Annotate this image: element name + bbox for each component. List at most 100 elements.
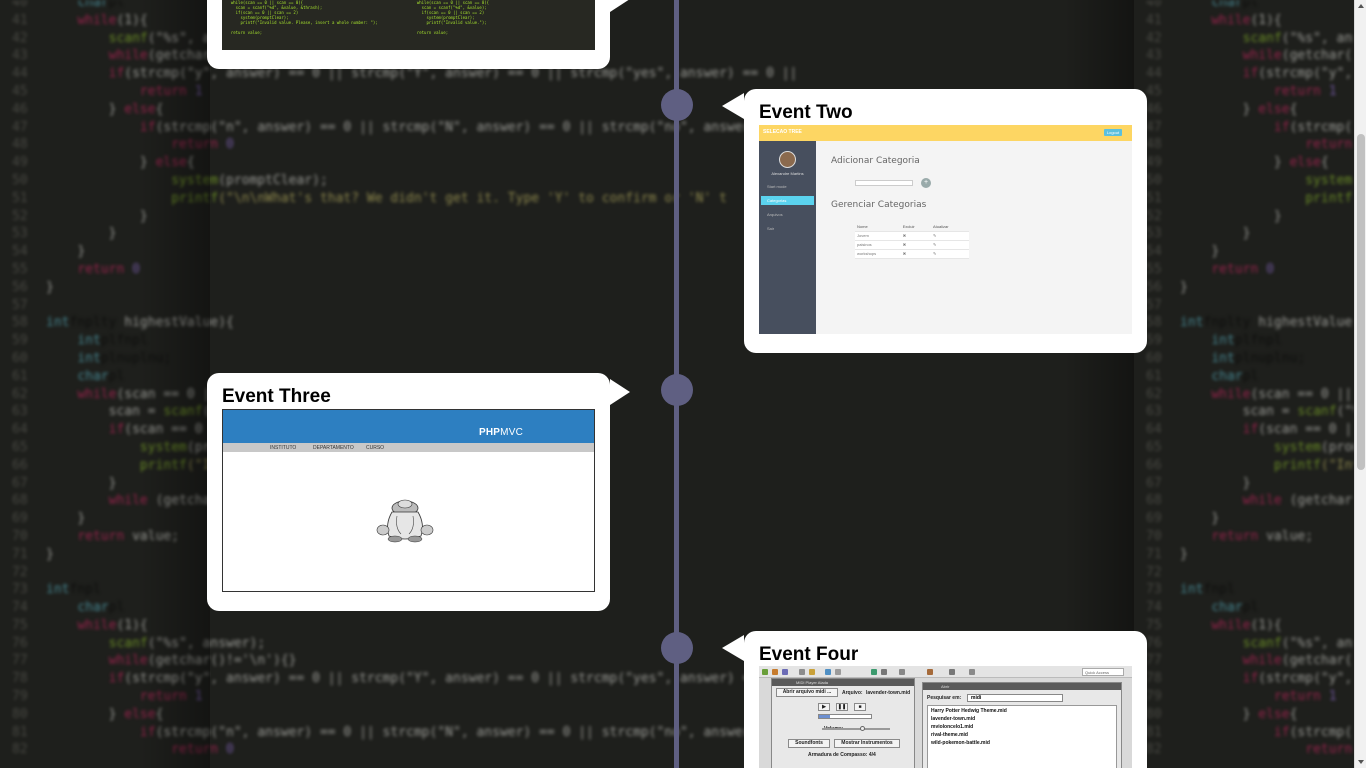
open-dialog-titlebar: Abrir [923, 683, 1121, 690]
admin-panel-image: SELECAO TREE Logout Alexandre Martins St… [759, 125, 1132, 334]
phpmvc-nav-item: DEPARTAMENTO [313, 445, 354, 451]
search-in-label: Pesquisar em: [927, 695, 962, 701]
pencil-icon: ✎ [931, 231, 969, 241]
list-item: wild-pokemon-battle.mid [931, 740, 990, 746]
phpmvc-page-image: PHPMVC INSTITUTO DEPARTAMENTO CURSO [222, 409, 595, 592]
close-icon: ✖ [900, 240, 931, 250]
progress-fill [819, 715, 831, 718]
pencil-icon: ✎ [931, 240, 969, 250]
timeline-dot-event-four [661, 632, 693, 664]
admin-heading-add: Adicionar Categoria [831, 156, 920, 166]
soundfonts-button: Soundfonts [788, 739, 830, 748]
admin-menu-item: Arquivos [767, 212, 783, 217]
midi-player-image: Quick Access MIDI Player Alada Abrir arq… [759, 666, 1132, 768]
pencil-icon: ✎ [931, 249, 969, 259]
table-row: workshops ✖ ✎ [855, 249, 969, 259]
event-four-title: Event Four [759, 644, 859, 665]
page-scrollbar[interactable] [1354, 0, 1366, 768]
time-signature: Armadura de Compasso: 4/4 [808, 752, 876, 758]
table-cell: workshops [855, 249, 901, 259]
admin-menu-item: Sair [767, 226, 775, 231]
event-four-screenshot: Quick Access MIDI Player Alada Abrir arq… [759, 666, 1132, 768]
admin-brand: SELECAO TREE [763, 129, 802, 135]
toolbar-icon [949, 669, 955, 675]
admin-sidebar: Alexandre Martins Start mode Categorias … [759, 141, 816, 334]
toolbar-icon [772, 669, 778, 675]
table-header: Excluir [900, 222, 931, 232]
admin-user-name: Alexandre Martins [771, 171, 804, 176]
toolbar-icon [871, 669, 877, 675]
toolbar-icon [799, 669, 805, 675]
midi-player-titlebar: MIDI Player Alada [772, 679, 914, 686]
event-two-title: Event Two [759, 102, 853, 123]
phpmvc-nav: INSTITUTO DEPARTAMENTO CURSO [223, 443, 594, 452]
list-item: Harry Potter Hedwig Theme.mid [931, 708, 1007, 714]
table-cell: Jovem [855, 231, 901, 241]
file-list: Harry Potter Hedwig Theme.mid lavender-t… [927, 705, 1117, 768]
toolbar-icon [809, 669, 815, 675]
pause-icon: ❚❚ [836, 703, 848, 711]
file-value: lavender-town.mid [866, 690, 911, 696]
play-icon: ▶ [818, 703, 830, 711]
toolbar-icon [969, 669, 975, 675]
event-card-four: Event Four Quick Access MIDI Player Alad… [722, 631, 1147, 768]
toolbar-icon [881, 669, 887, 675]
event-two-screenshot: SELECAO TREE Logout Alexandre Martins St… [759, 125, 1132, 334]
table-cell: paisinos [855, 240, 901, 250]
event-one-code-image: int choice = IntVerification(); int valu… [222, 0, 595, 50]
phpmvc-nav-item: CURSO [366, 445, 385, 451]
scrollbar-thumb[interactable] [1357, 134, 1365, 470]
table-row: paisinos ✖ ✎ [855, 240, 969, 250]
event-card-three: Event Three PHPMVC INSTITUTO DEPARTAMENT… [207, 373, 630, 611]
toolbar-icon [782, 669, 788, 675]
phpmvc-header: PHPMVC [223, 410, 594, 443]
admin-menu-item: Start mode [767, 184, 787, 189]
admin-category-table: Nome Excluir Atualizar Jovem ✖ ✎ paisino… [855, 222, 969, 259]
progress-bar [818, 714, 872, 719]
admin-menu-item-active: Categorias [761, 196, 814, 205]
plus-icon: + [921, 178, 931, 188]
volume-slider-thumb [860, 726, 865, 731]
instruments-button: Mostrar Instrumentos [834, 739, 900, 748]
list-item: rival-theme.mid [931, 732, 968, 738]
close-icon: ✖ [900, 231, 931, 241]
volume-slider [822, 726, 890, 731]
close-icon: ✖ [900, 249, 931, 259]
table-header: Nome [855, 222, 901, 232]
stop-icon: ■ [854, 703, 866, 711]
open-file-dialog: Abrir Pesquisar em: midi Harry Potter He… [922, 682, 1122, 768]
toolbar-icon [825, 669, 831, 675]
table-header: Atualizar [931, 222, 969, 232]
table-row: Jovem ✖ ✎ [855, 231, 969, 241]
toolbar-icon [927, 669, 933, 675]
admin-avatar [779, 151, 796, 168]
admin-heading-manage: Gerenciar Categorias [831, 200, 927, 210]
search-in-select: midi [967, 694, 1063, 702]
background-code-right: 40 charpl 41 while(1){ 42 scanf("%s", an… [1146, 0, 1354, 758]
list-item: lavender-town.mid [931, 716, 976, 722]
toolbar-icon [762, 669, 768, 675]
elephant-illustration [376, 499, 434, 543]
toolbar-icon [899, 669, 905, 675]
event-card-one: int choice = IntVerification(); int valu… [207, 0, 630, 69]
toolbar-icon [835, 669, 841, 675]
phpmvc-logo: PHPMVC [479, 427, 523, 438]
quick-access-input: Quick Access [1082, 668, 1124, 676]
scroll-down-arrow-icon[interactable] [1358, 760, 1364, 764]
edge-shadow-left [140, 0, 210, 768]
midi-player-window: MIDI Player Alada Abrir arquivo midi ...… [771, 678, 915, 768]
admin-topbar: SELECAO TREE Logout [759, 125, 1132, 141]
admin-category-input [855, 180, 913, 186]
ide-toolbar: Quick Access [759, 666, 1132, 678]
admin-logout-button: Logout [1104, 129, 1122, 136]
event-three-title: Event Three [222, 386, 331, 407]
timeline-dot-event-three [661, 374, 693, 406]
timeline-dot-event-two [661, 89, 693, 121]
scroll-up-arrow-icon[interactable] [1358, 4, 1364, 8]
open-midi-button: Abrir arquivo midi ... [776, 688, 838, 697]
phpmvc-nav-item: INSTITUTO [270, 445, 297, 451]
event-one-screenshot: int choice = IntVerification(); int valu… [222, 0, 595, 50]
event-card-two: Event Two SELECAO TREE Logout Alexandre … [722, 89, 1147, 353]
file-label: Arquivo: [842, 690, 863, 696]
list-item: mvioloncelo1.mid [931, 724, 974, 730]
